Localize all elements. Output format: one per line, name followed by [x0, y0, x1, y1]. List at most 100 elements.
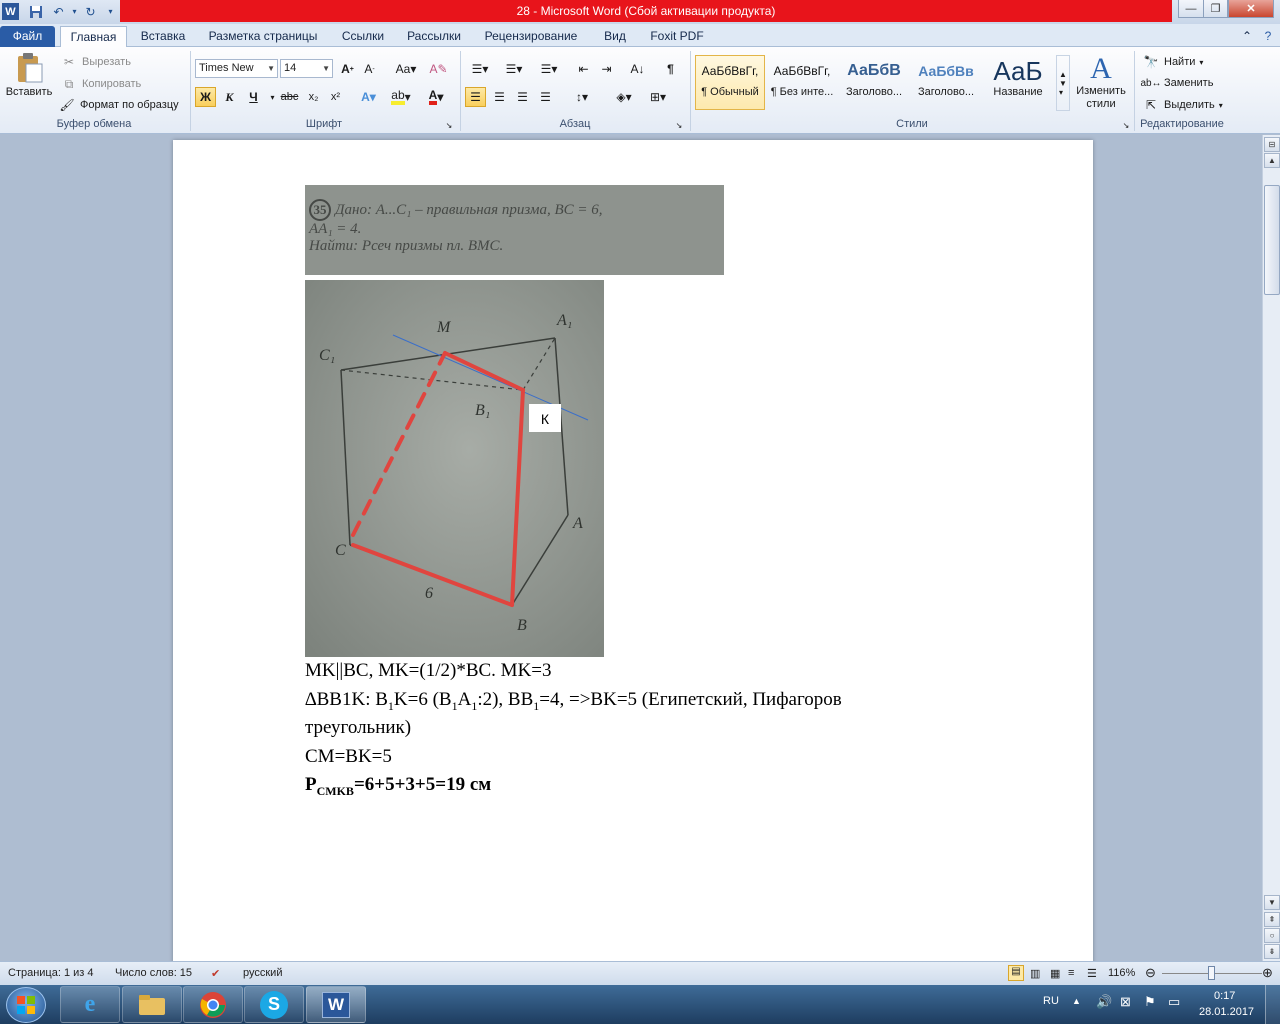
align-right-icon[interactable]: ☰: [512, 87, 533, 107]
bullets-icon[interactable]: ☰▾: [466, 59, 494, 79]
bold-button[interactable]: Ж: [195, 87, 216, 107]
font-dialog-launcher-icon[interactable]: ↘: [443, 119, 455, 131]
tab-page-layout[interactable]: Разметка страницы: [203, 26, 323, 47]
action-center-icon[interactable]: ⚑: [1144, 994, 1156, 1010]
word-app-icon[interactable]: W: [2, 3, 19, 20]
select-browse-object-button[interactable]: ○: [1264, 928, 1280, 943]
tab-mailings[interactable]: Рассылки: [400, 26, 468, 47]
font-color-icon[interactable]: A ▾: [422, 87, 450, 107]
minimize-button[interactable]: —: [1178, 0, 1204, 18]
zoom-out-icon[interactable]: ⊖: [1145, 965, 1156, 981]
grow-font-icon[interactable]: A +: [337, 59, 358, 79]
select-button[interactable]: ⇱ Выделить ▾: [1142, 96, 1223, 114]
solution-line-5[interactable]: PCMKB=6+5+3+5=19 см: [305, 774, 491, 799]
show-desktop-button[interactable]: [1265, 985, 1280, 1024]
scroll-down-button[interactable]: ▼: [1264, 895, 1280, 910]
multilevel-list-icon[interactable]: ☰▾: [535, 59, 563, 79]
subscript-icon[interactable]: x₂: [303, 87, 324, 107]
style-heading-1[interactable]: АаБбВ Заголово...: [839, 55, 909, 110]
outline-view-icon[interactable]: ≡: [1068, 967, 1074, 979]
styles-scroll-icon[interactable]: ▲ ▼ ▾: [1056, 55, 1070, 111]
undo-dropdown-icon[interactable]: ▾: [66, 3, 83, 20]
taskbar-skype[interactable]: S: [244, 986, 304, 1023]
align-center-icon[interactable]: ☰: [489, 87, 510, 107]
paragraph-dialog-launcher-icon[interactable]: ↘: [673, 119, 685, 131]
redo-icon[interactable]: ↻: [82, 3, 99, 20]
shading-icon[interactable]: ◈▾: [610, 87, 638, 107]
ruler-toggle-icon[interactable]: ⊟: [1264, 137, 1280, 152]
decrease-indent-icon[interactable]: ⇤: [573, 59, 594, 79]
paste-button[interactable]: Вставить: [6, 52, 52, 98]
scroll-up-button[interactable]: ▲: [1264, 153, 1280, 168]
show-hidden-icons-icon[interactable]: ▲: [1072, 996, 1081, 1006]
web-layout-view-icon[interactable]: ▦: [1050, 967, 1060, 980]
styles-dialog-launcher-icon[interactable]: ↘: [1120, 119, 1132, 131]
customize-qat-icon[interactable]: ▾: [102, 3, 119, 20]
page-count[interactable]: Страница: 1 из 4: [8, 967, 94, 979]
network-icon[interactable]: ⊠: [1120, 994, 1131, 1010]
full-screen-view-icon[interactable]: ▥: [1030, 967, 1040, 980]
copy-button[interactable]: ⧉ Копировать: [60, 75, 142, 93]
restore-button[interactable]: ❐: [1203, 0, 1228, 18]
document-area[interactable]: 35 Дано: A...C₁ – правильная призма, BC =…: [0, 135, 1262, 961]
justify-icon[interactable]: ☰: [535, 87, 556, 107]
taskbar-word[interactable]: W: [306, 986, 366, 1023]
superscript-icon[interactable]: x²: [325, 87, 346, 107]
scroll-thumb[interactable]: [1264, 185, 1280, 295]
power-icon[interactable]: ▭: [1168, 994, 1180, 1010]
line-spacing-icon[interactable]: ↕▾: [568, 87, 596, 107]
volume-icon[interactable]: 🔊: [1096, 994, 1112, 1010]
taskbar-ie[interactable]: e: [60, 986, 120, 1023]
tab-home[interactable]: Главная: [60, 26, 127, 48]
show-formatting-marks-icon[interactable]: ¶: [660, 59, 681, 79]
start-button[interactable]: [6, 987, 46, 1023]
change-case-icon[interactable]: Aa▾: [392, 59, 420, 79]
tab-file[interactable]: Файл: [0, 26, 55, 47]
tab-review[interactable]: Рецензирование: [478, 26, 584, 47]
strikethrough-button[interactable]: abc: [279, 87, 300, 107]
draft-view-icon[interactable]: ☰: [1087, 967, 1097, 980]
shrink-font-icon[interactable]: A-: [359, 59, 380, 79]
increase-indent-icon[interactable]: ⇥: [596, 59, 617, 79]
previous-page-button[interactable]: ⇞: [1264, 912, 1280, 927]
underline-button[interactable]: Ч: [243, 87, 264, 107]
input-language[interactable]: RU: [1043, 995, 1059, 1007]
vertical-scrollbar[interactable]: ⊟ ▲ ▼ ⇞ ○ ⇟: [1262, 135, 1280, 961]
taskbar-explorer[interactable]: [122, 986, 182, 1023]
clear-formatting-icon[interactable]: A✎: [428, 59, 449, 79]
sort-icon[interactable]: A↓: [627, 59, 648, 79]
font-name-combo[interactable]: Times New Roman ▼: [195, 59, 278, 78]
minimize-ribbon-icon[interactable]: ⌃: [1240, 26, 1254, 47]
format-painter-button[interactable]: 🖌 Формат по образцу: [58, 96, 178, 114]
document-page[interactable]: 35 Дано: A...C₁ – правильная призма, BC =…: [173, 140, 1093, 961]
print-layout-view-icon[interactable]: ▤: [1008, 965, 1024, 981]
find-button[interactable]: 🔭 Найти ▾: [1142, 53, 1204, 71]
next-page-button[interactable]: ⇟: [1264, 944, 1280, 959]
clock-date[interactable]: 28.01.2017: [1199, 1006, 1254, 1018]
taskbar-chrome[interactable]: [183, 986, 243, 1023]
style-heading-2[interactable]: АаБбВв Заголово...: [911, 55, 981, 110]
text-effects-icon[interactable]: A▾: [358, 87, 379, 107]
clock-time[interactable]: 0:17: [1214, 990, 1235, 1002]
tab-foxit-pdf[interactable]: Foxit PDF: [644, 26, 710, 47]
replace-button[interactable]: ab↔ Заменить: [1140, 74, 1213, 92]
italic-button[interactable]: К: [219, 87, 240, 107]
solution-line-4[interactable]: CM=BK=5: [305, 746, 392, 768]
style-normal[interactable]: АаБбВвГг, ¶ Обычный: [695, 55, 765, 110]
tab-insert[interactable]: Вставка: [134, 26, 192, 47]
close-button[interactable]: ✕: [1228, 0, 1274, 18]
help-icon[interactable]: ?: [1260, 26, 1276, 47]
solution-line-2[interactable]: ∆BB1K: B1K=6 (B1A1:2), BB1=4, =>BK=5 (Ег…: [305, 689, 842, 714]
change-styles-button[interactable]: A Изменить стили: [1072, 53, 1130, 111]
highlight-color-icon[interactable]: ab ▾: [387, 87, 415, 107]
solution-line-3[interactable]: треугольник): [305, 717, 411, 739]
tab-references[interactable]: Ссылки: [334, 26, 392, 47]
problem-statement-image[interactable]: 35 Дано: A...C₁ – правильная призма, BC =…: [305, 185, 724, 275]
tab-view[interactable]: Вид: [596, 26, 634, 47]
cut-button[interactable]: ✂ Вырезать: [60, 53, 131, 71]
align-left-button[interactable]: ☰: [465, 87, 486, 107]
language-indicator[interactable]: русский: [243, 967, 282, 979]
zoom-in-icon[interactable]: ⊕: [1262, 965, 1273, 981]
prism-diagram-image[interactable]: C₁ M A₁ B₁ C A B 6 К: [305, 280, 604, 657]
proofing-icon[interactable]: ✔: [211, 967, 220, 980]
